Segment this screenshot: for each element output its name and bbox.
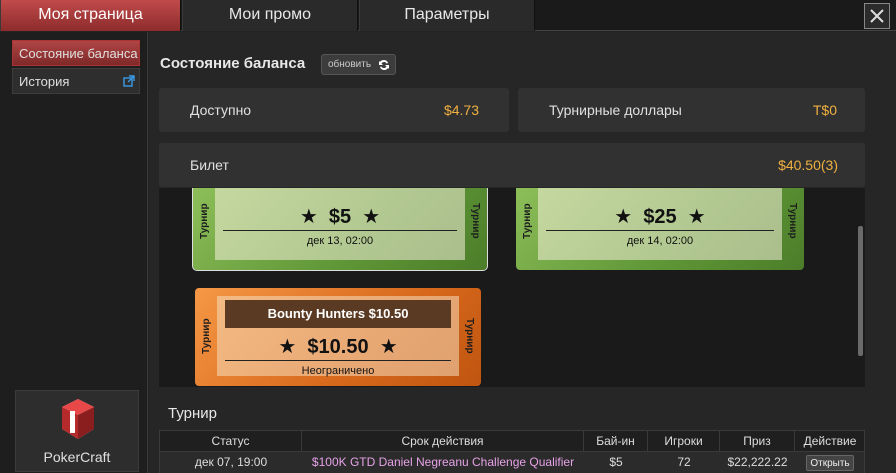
players-cell: 72 [677,455,691,469]
tab-my-promos[interactable]: Мои промо [182,0,358,31]
table-row: дек 07, 19:00 $100K GTD Daniel Negreanu … [159,452,865,473]
top-tab-bar: Моя страница Мои промо Параметры [0,0,896,31]
close-button[interactable] [864,3,890,29]
tournament-name-link[interactable]: $100K GTD Daniel Negreanu Challenge Qual… [302,452,584,473]
sidebar-item-label: Состояние баланса [19,46,138,61]
column-header: Игроки [648,431,720,452]
column-header: Срок действия [302,431,584,452]
ticket-value: $40.50(3) [778,157,838,173]
prize-cell: $22,222.22 [727,455,788,469]
external-link-icon [123,75,135,87]
sidebar-item-history[interactable]: История [12,68,140,94]
pokercraft-logo-icon [62,399,94,439]
ticket-date: дек 14, 02:00 [626,235,694,247]
available-panel: Доступно $4.73 [159,88,509,132]
ticket-card[interactable]: Турнир Турнир ★ $5 ★ дек 13, 02:00 [192,188,488,271]
available-label: Доступно [190,102,252,118]
tournament-title: Турнир [168,405,217,422]
ticket-amount: ★ $5 ★ [299,206,381,228]
ticket-scrollbar[interactable] [855,188,865,387]
main-content: Состояние баланса обновить Доступно $4.7… [149,32,896,473]
column-header: Статус [160,431,302,452]
sidebar-item-balance[interactable]: Состояние баланса [12,40,140,66]
tournament-dollars-label: Турнирные доллары [549,102,682,118]
refresh-label: обновить [328,59,372,70]
table-header: Статус Срок действия Бай-ин Игроки Приз … [159,430,865,452]
tournament-dollars-panel: Турнирные доллары T$0 [518,88,865,132]
column-header: Действие [803,434,857,448]
ticket-card[interactable]: Турнир Турнир Bounty Hunters $10.50 ★ $1… [195,288,481,386]
open-button[interactable]: Открыть [806,455,854,471]
tab-my-page[interactable]: Моя страница [0,0,181,31]
ticket-date: Неограничено [301,365,375,377]
ticket-amount: ★ $10.50 ★ [278,336,398,358]
refresh-icon [379,59,390,71]
ticket-card[interactable]: Турнир Турнир ★ $25 ★ дек 14, 02:00 [516,188,804,270]
ticket-list: Турнир Турнир ★ $5 ★ дек 13, 02:00 Турни… [159,188,865,387]
column-header: Бай-ин [584,431,648,452]
close-icon [870,9,884,23]
pokercraft-button[interactable]: PokerCraft [15,390,139,472]
ticket-amount: ★ $25 ★ [614,206,706,228]
ticket-name: Bounty Hunters $10.50 [225,300,451,328]
column-header: Приз [720,431,795,452]
status-cell: дек 07, 19:00 [194,455,268,469]
sidebar-item-label: История [19,74,70,89]
pokercraft-label: PokerCraft [43,449,111,465]
ticket-panel: Билет $40.50(3) [159,143,865,187]
ticket-date: дек 13, 02:00 [306,235,374,247]
buyin-cell: $5 [609,455,623,469]
scroll-thumb[interactable] [858,226,863,356]
tab-settings[interactable]: Параметры [359,0,535,31]
tournament-dollars-value: T$0 [812,102,837,118]
available-value: $4.73 [443,102,479,118]
sidebar: Состояние баланса История PokerCraft [0,32,148,473]
refresh-button[interactable]: обновить [321,54,397,75]
ticket-label: Билет [190,157,229,173]
balance-title: Состояние баланса [160,55,306,72]
